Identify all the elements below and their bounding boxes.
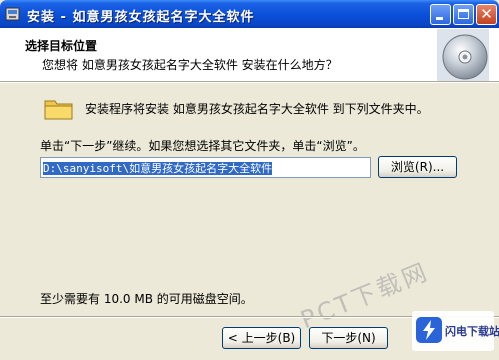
close-icon: ✕ [480, 5, 493, 23]
wizard-header: 选择目标位置 您想将 如意男孩女孩起名字大全软件 安装在什么地方？ [0, 28, 499, 81]
disk-space-text: 至少需要有 10.0 MB 的可用磁盘空间。 [40, 292, 253, 306]
watermark-badge: 闪电下载站 [412, 311, 499, 351]
install-path-input[interactable]: D:\sanyisoft\如意男孩女孩起名字大全软件 [40, 157, 371, 178]
maximize-button[interactable] [453, 4, 474, 25]
back-button[interactable]: < 上一步(B) [222, 327, 301, 349]
header-divider [0, 81, 499, 83]
next-button[interactable]: 下一步(N) [309, 327, 388, 349]
folder-icon [44, 100, 73, 120]
watermark-badge-name: 闪电下载站 [445, 325, 499, 338]
install-info-text: 安装程序将安装 如意男孩女孩起名字大全软件 到下列文件夹中。 [85, 102, 429, 116]
window-title: 安装 - 如意男孩女孩起名字大全软件 [27, 10, 255, 25]
app-setup-icon [5, 7, 20, 21]
disc-icon [437, 29, 489, 81]
minimize-icon [436, 17, 443, 20]
lightning-logo-icon [416, 317, 442, 343]
title-bar[interactable]: 安装 - 如意男孩女孩起名字大全软件 ✕ [0, 0, 499, 28]
instruction-text: 单击“下一步”继续。如果您想选择其它文件夹，单击“浏览”。 [40, 139, 365, 153]
maximize-icon [458, 9, 469, 19]
page-subtitle: 您想将 如意男孩女孩起名字大全软件 安装在什么地方？ [42, 58, 338, 72]
page-title: 选择目标位置 [25, 39, 98, 53]
install-path-value: D:\sanyisoft\如意男孩女孩起名字大全软件 [43, 162, 273, 175]
browse-button[interactable]: 浏览(R)... [378, 156, 457, 178]
close-button[interactable]: ✕ [476, 4, 497, 25]
minimize-button[interactable] [430, 4, 451, 25]
setup-window: 安装 - 如意男孩女孩起名字大全软件 ✕ 选择目标位置 您想将 如意男孩女孩起名… [0, 0, 499, 360]
